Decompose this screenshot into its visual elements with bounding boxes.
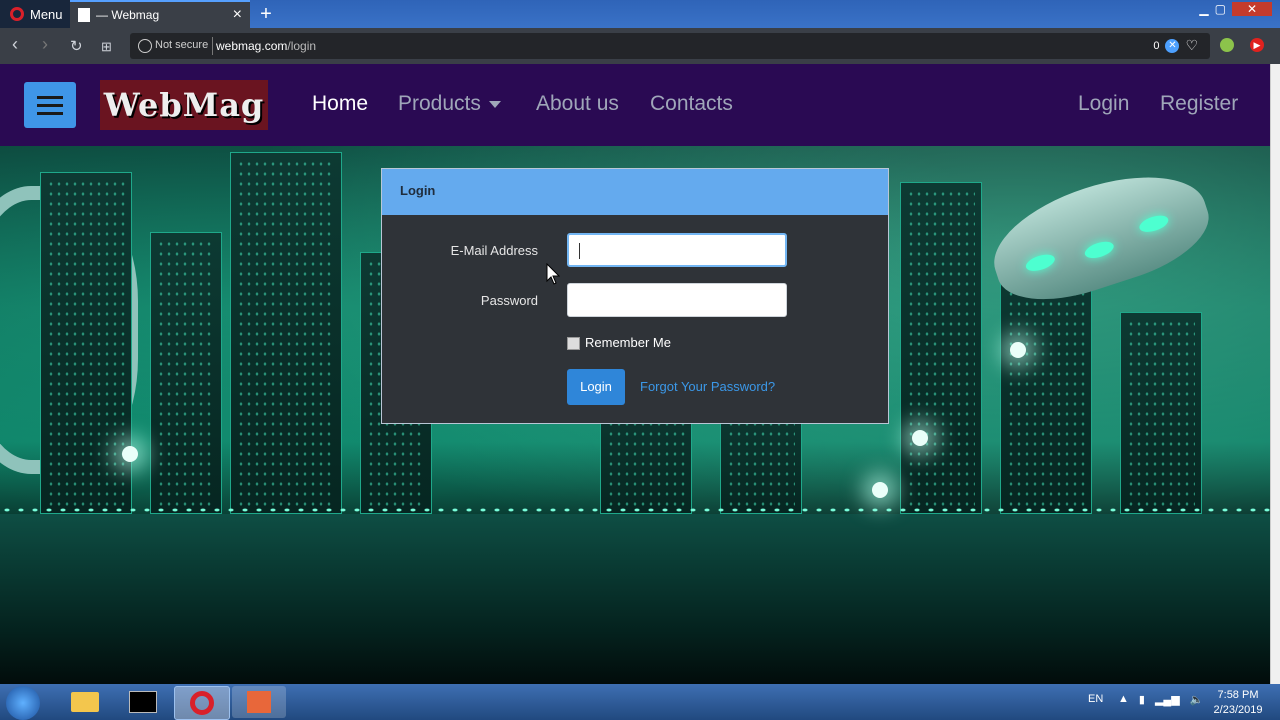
taskbar-command-prompt[interactable] — [116, 686, 170, 718]
taskbar-powerpoint[interactable] — [232, 686, 286, 718]
login-submit-button[interactable]: Login — [567, 369, 625, 405]
terminal-icon — [129, 691, 157, 713]
nav-login-link[interactable]: Login — [1078, 92, 1129, 116]
taskbar-opera[interactable] — [174, 686, 230, 720]
network-icon[interactable]: ▮ — [1139, 693, 1145, 706]
ad-blocker-icon[interactable]: ✕ — [1165, 38, 1180, 53]
menu-label: Menu — [30, 6, 63, 22]
email-input[interactable] — [567, 233, 787, 267]
window-close-icon[interactable]: ✕ — [1232, 2, 1272, 16]
nav-products-label: Products — [398, 92, 481, 115]
url-separator — [212, 37, 213, 55]
opera-menu-button[interactable]: Menu — [0, 0, 70, 28]
water-reflection — [0, 514, 1270, 684]
speed-dial-icon[interactable]: ⊞ — [101, 39, 112, 55]
nav-register-link[interactable]: Register — [1160, 92, 1238, 116]
url-text[interactable]: webmag.com/login — [216, 39, 316, 53]
webmag-logo[interactable]: WebMag — [100, 80, 268, 130]
slider-line — [37, 103, 63, 107]
building-illustration — [230, 152, 342, 514]
nav-contacts-link[interactable]: Contacts — [650, 92, 733, 116]
nav-home-link[interactable]: Home — [312, 92, 368, 116]
clock-date: 2/23/2019 — [1213, 704, 1263, 716]
taskbar-file-explorer[interactable] — [58, 686, 112, 718]
reload-icon[interactable]: ↻ — [70, 37, 83, 55]
youtube-extension-icon[interactable]: ▶ — [1250, 38, 1264, 52]
nav-about-link[interactable]: About us — [536, 92, 619, 116]
password-input[interactable] — [567, 283, 787, 317]
building-illustration — [150, 232, 222, 514]
new-tab-button[interactable]: + — [255, 2, 277, 26]
url-bar-actions: 0 ✕ ♡ — [1153, 37, 1198, 54]
browser-tab[interactable]: — Webmag × — [70, 0, 250, 28]
page-icon — [78, 8, 90, 22]
close-tab-icon[interactable]: × — [233, 6, 242, 24]
url-host: webmag.com — [216, 39, 288, 53]
powerpoint-icon — [247, 691, 271, 713]
sliders-menu-button[interactable] — [24, 82, 76, 128]
mouse-cursor-icon — [546, 262, 561, 290]
folder-icon — [71, 692, 99, 712]
windows-start-button[interactable] — [6, 686, 40, 720]
language-indicator[interactable]: EN — [1088, 693, 1103, 705]
spaceship-illustration — [979, 154, 1221, 318]
system-tray: ▲ ▮ ▂▄▆ 🔈 — [1118, 693, 1203, 706]
show-hidden-icons-icon[interactable]: ▲ — [1118, 693, 1129, 706]
opera-icon — [190, 691, 214, 715]
street-lamp-glow — [122, 446, 138, 462]
ship-light — [1023, 251, 1057, 275]
remember-me-checkbox[interactable] — [567, 337, 580, 350]
remember-me-label[interactable]: Remember Me — [585, 335, 671, 350]
url-bar[interactable]: Not secure webmag.com/login 0 ✕ ♡ — [130, 33, 1210, 59]
signal-icon[interactable]: ▂▄▆ — [1155, 693, 1180, 706]
street-lamp-glow — [912, 430, 928, 446]
building-illustration — [40, 172, 132, 514]
url-path: /login — [287, 39, 317, 53]
street-lights-row — [0, 506, 1270, 514]
extension-icon[interactable] — [1220, 38, 1234, 52]
forgot-password-link[interactable]: Forgot Your Password? — [640, 379, 775, 394]
opera-logo-icon — [10, 7, 24, 21]
building-illustration — [1120, 312, 1202, 514]
password-label: Password — [480, 293, 538, 308]
caret-down-icon — [488, 100, 501, 108]
clock-time: 7:58 PM — [1217, 689, 1259, 701]
tab-title: — Webmag — [96, 8, 160, 22]
not-secure-label[interactable]: Not secure — [155, 39, 208, 51]
ship-light — [1082, 238, 1116, 262]
ship-light — [1137, 212, 1171, 236]
minimize-icon[interactable]: ▁ — [1199, 2, 1208, 16]
bookmark-heart-icon[interactable]: ♡ — [1185, 37, 1198, 54]
building-illustration — [900, 182, 982, 514]
taskbar-clock[interactable]: 7:58 PM 2/23/2019 — [1200, 688, 1276, 718]
email-label: E-Mail Address — [450, 243, 538, 258]
nav-products-dropdown[interactable]: Products — [398, 92, 501, 116]
login-card-header: Login — [382, 169, 888, 215]
forward-icon[interactable]: › — [42, 34, 48, 55]
street-lamp-glow — [1010, 342, 1026, 358]
maximize-icon[interactable]: ▢ — [1215, 2, 1226, 16]
window-controls: ▁ ▢ ✕ — [1199, 2, 1272, 16]
blocker-count: 0 — [1153, 39, 1160, 52]
street-lamp-glow — [872, 482, 888, 498]
page-scrollbar[interactable] — [1270, 64, 1280, 684]
login-card: Login E-Mail Address Password Remember M… — [381, 168, 889, 424]
globe-icon — [138, 39, 152, 53]
slider-line — [37, 95, 63, 99]
back-icon[interactable]: ‹ — [12, 34, 18, 55]
slider-line — [37, 111, 63, 115]
